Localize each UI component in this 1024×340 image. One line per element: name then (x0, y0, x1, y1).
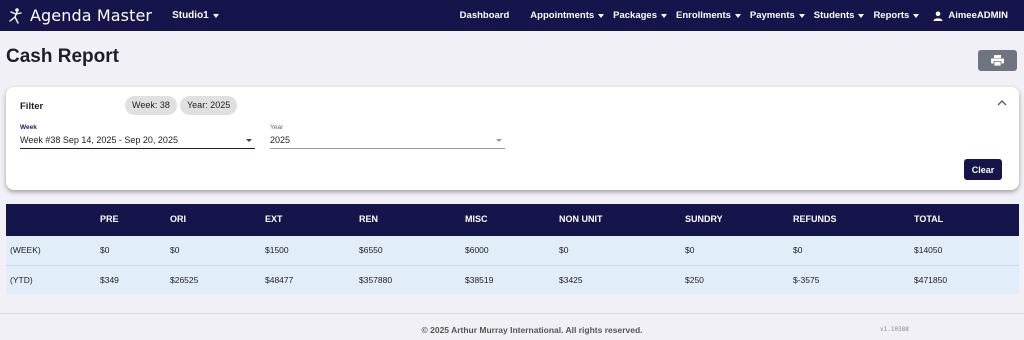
table-cell: $14050 (914, 245, 943, 256)
table-cell: $26525 (170, 274, 199, 285)
year-field-label: Year (270, 124, 284, 131)
chevron-up-icon[interactable] (997, 99, 1007, 107)
nav-payments[interactable]: Payments (750, 10, 805, 21)
table-cell: $250 (685, 274, 704, 285)
brand[interactable]: Agenda Master (6, 6, 152, 25)
nav-enrollments[interactable]: Enrollments (676, 10, 741, 21)
year-select[interactable]: 2025 (270, 133, 505, 149)
nav-students[interactable]: Students (814, 10, 865, 21)
table-cell: $0 (685, 245, 695, 256)
row-label: (YTD) (10, 274, 33, 285)
chevron-down-icon (858, 13, 865, 18)
chevron-down-icon (661, 13, 667, 18)
column-header-ext: EXT (265, 214, 283, 224)
page-title: Cash Report (6, 46, 119, 67)
table-cell: $0 (559, 245, 569, 256)
table-cell: $0 (100, 245, 110, 256)
year-select-value: 2025 (270, 135, 291, 145)
chevron-down-icon (798, 13, 805, 18)
cash-report-table: PRE ORI EXT REN MISC NON UNIT SUNDRY REF… (6, 204, 1019, 294)
nav-dashboard-label: Dashboard (459, 10, 510, 21)
nav-packages[interactable]: Packages (613, 10, 667, 21)
table-cell: $471850 (914, 274, 948, 285)
column-header (6, 204, 100, 236)
dancer-logo-icon (9, 7, 22, 24)
table-cell: $48477 (265, 274, 294, 285)
week-field-label: Week (20, 124, 37, 131)
chevron-down-icon (598, 13, 605, 18)
studio-label: Studio1 (172, 10, 209, 21)
column-header-pre: PRE (100, 214, 119, 224)
column-header-total: TOTAL (914, 214, 944, 224)
chevron-down-icon (212, 13, 219, 18)
week-select-value: Week #38 Sep 14, 2025 - Sep 20, 2025 (20, 135, 178, 145)
filter-chip-year[interactable]: Year: 2025 (180, 96, 238, 115)
table-cell: $357880 (359, 274, 393, 285)
column-header-sundry: SUNDRY (685, 214, 723, 224)
footer-divider (0, 313, 1024, 314)
top-navbar: Agenda Master Studio1 Dashboard Appointm… (0, 0, 1024, 31)
nav-reports[interactable]: Reports (873, 10, 920, 21)
nav-reports-label: Reports (873, 10, 910, 21)
table-cell: $3425 (559, 274, 583, 285)
nav-dashboard[interactable]: Dashboard (460, 10, 510, 21)
nav-packages-label: Packages (613, 10, 657, 21)
table-header-row: PRE ORI EXT REN MISC NON UNIT SUNDRY REF… (6, 204, 1019, 236)
table-row: (WEEK) $0 $0 $1500 $6550 $6000 $0 $0 $0 … (6, 236, 1019, 265)
copyright-text: © 2025 Arthur Murray International. All … (421, 325, 643, 335)
filter-chip-week[interactable]: Week: 38 (125, 96, 177, 115)
column-header-non-unit: NON UNIT (559, 214, 603, 224)
user-name: AimeeADMIN (948, 10, 1008, 21)
printer-icon (991, 55, 1004, 66)
nav-payments-label: Payments (749, 10, 795, 21)
table-cell: $6550 (359, 245, 383, 256)
table-cell: $-3575 (793, 274, 820, 285)
nav-appointments-label: Appointments (530, 10, 595, 21)
nav-students-label: Students (813, 10, 855, 21)
filter-panel: Filter Week: 38 Year: 2025 Week Week #38… (6, 87, 1019, 190)
column-header-ori: ORI (170, 214, 187, 224)
week-select[interactable]: Week #38 Sep 14, 2025 - Sep 20, 2025 (20, 133, 255, 149)
table-cell: $0 (170, 245, 180, 256)
table-cell: $1500 (265, 245, 289, 256)
dropdown-arrow-icon (496, 139, 502, 142)
user-icon (933, 11, 943, 21)
table-cell: $349 (100, 274, 119, 285)
clear-button[interactable]: Clear (964, 159, 1002, 180)
column-header-refunds: REFUNDS (793, 214, 837, 224)
version-label: v1.10388 (880, 326, 909, 333)
table-cell: $0 (793, 245, 803, 256)
chevron-down-icon (913, 13, 920, 18)
table-row: (YTD) $349 $26525 $48477 $357880 $38519 … (6, 265, 1019, 294)
print-button[interactable] (978, 50, 1017, 71)
user-menu[interactable]: AimeeADMIN (933, 10, 1008, 21)
column-header-ren: REN (359, 214, 379, 224)
dropdown-arrow-icon (246, 139, 252, 142)
row-label: (WEEK) (10, 245, 41, 256)
app-name: Agenda Master (30, 6, 153, 25)
nav-appointments[interactable]: Appointments (530, 10, 605, 21)
column-header-misc: MISC (465, 214, 488, 224)
studio-selector[interactable]: Studio1 (172, 10, 219, 21)
table-cell: $6000 (465, 245, 489, 256)
filter-label: Filter (20, 101, 44, 112)
nav-enrollments-label: Enrollments (676, 10, 731, 21)
nav-menu: Dashboard Appointments Packages Enrollme… (460, 0, 1024, 31)
table-cell: $38519 (465, 274, 494, 285)
chevron-down-icon (734, 13, 741, 18)
